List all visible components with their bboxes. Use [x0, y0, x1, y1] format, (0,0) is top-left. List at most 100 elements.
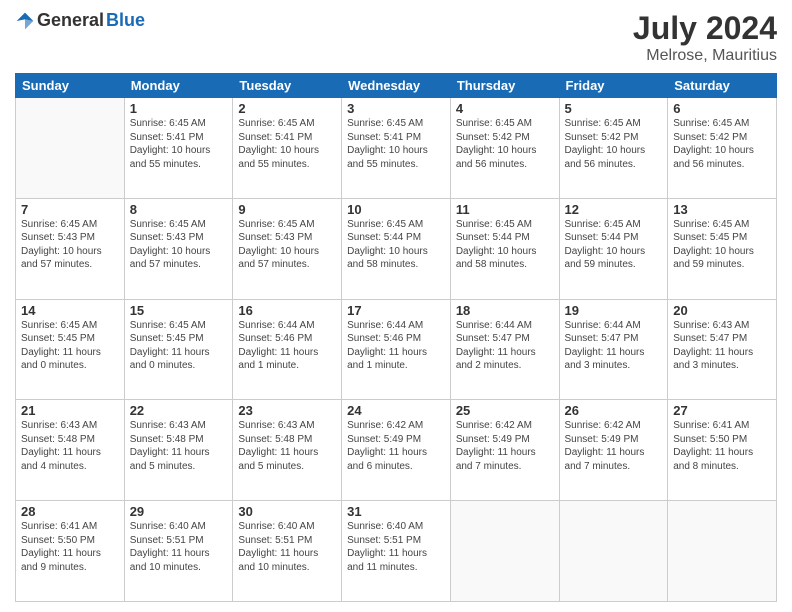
- calendar-cell: 7Sunrise: 6:45 AM Sunset: 5:43 PM Daylig…: [16, 198, 125, 299]
- day-number: 9: [238, 202, 336, 217]
- calendar-cell: 21Sunrise: 6:43 AM Sunset: 5:48 PM Dayli…: [16, 400, 125, 501]
- day-number: 20: [673, 303, 771, 318]
- day-number: 2: [238, 101, 336, 116]
- calendar-cell: 28Sunrise: 6:41 AM Sunset: 5:50 PM Dayli…: [16, 501, 125, 602]
- day-info: Sunrise: 6:45 AM Sunset: 5:45 PM Dayligh…: [21, 319, 119, 373]
- calendar-cell: 3Sunrise: 6:45 AM Sunset: 5:41 PM Daylig…: [342, 98, 451, 199]
- day-info: Sunrise: 6:44 AM Sunset: 5:47 PM Dayligh…: [456, 319, 554, 373]
- title-block: July 2024 Melrose, Mauritius: [633, 10, 777, 65]
- day-info: Sunrise: 6:45 AM Sunset: 5:44 PM Dayligh…: [347, 218, 445, 272]
- day-info: Sunrise: 6:40 AM Sunset: 5:51 PM Dayligh…: [238, 520, 336, 574]
- day-info: Sunrise: 6:45 AM Sunset: 5:45 PM Dayligh…: [673, 218, 771, 272]
- calendar-week-5: 28Sunrise: 6:41 AM Sunset: 5:50 PM Dayli…: [16, 501, 777, 602]
- day-info: Sunrise: 6:45 AM Sunset: 5:45 PM Dayligh…: [130, 319, 228, 373]
- weekday-header-sunday: Sunday: [16, 74, 125, 98]
- logo-text-blue: Blue: [106, 10, 145, 31]
- day-info: Sunrise: 6:43 AM Sunset: 5:48 PM Dayligh…: [130, 419, 228, 473]
- day-number: 12: [565, 202, 663, 217]
- day-info: Sunrise: 6:45 AM Sunset: 5:41 PM Dayligh…: [347, 117, 445, 171]
- day-number: 17: [347, 303, 445, 318]
- calendar-cell: 26Sunrise: 6:42 AM Sunset: 5:49 PM Dayli…: [559, 400, 668, 501]
- logo: GeneralBlue: [15, 10, 145, 31]
- logo-icon: [15, 11, 35, 31]
- day-info: Sunrise: 6:44 AM Sunset: 5:46 PM Dayligh…: [347, 319, 445, 373]
- calendar-cell: [450, 501, 559, 602]
- weekday-header-friday: Friday: [559, 74, 668, 98]
- calendar-cell: 16Sunrise: 6:44 AM Sunset: 5:46 PM Dayli…: [233, 299, 342, 400]
- calendar-cell: [668, 501, 777, 602]
- day-number: 1: [130, 101, 228, 116]
- calendar-week-3: 14Sunrise: 6:45 AM Sunset: 5:45 PM Dayli…: [16, 299, 777, 400]
- day-info: Sunrise: 6:41 AM Sunset: 5:50 PM Dayligh…: [673, 419, 771, 473]
- day-info: Sunrise: 6:44 AM Sunset: 5:46 PM Dayligh…: [238, 319, 336, 373]
- weekday-header-wednesday: Wednesday: [342, 74, 451, 98]
- day-info: Sunrise: 6:44 AM Sunset: 5:47 PM Dayligh…: [565, 319, 663, 373]
- day-number: 3: [347, 101, 445, 116]
- weekday-header-monday: Monday: [124, 74, 233, 98]
- day-info: Sunrise: 6:45 AM Sunset: 5:42 PM Dayligh…: [456, 117, 554, 171]
- calendar-cell: 29Sunrise: 6:40 AM Sunset: 5:51 PM Dayli…: [124, 501, 233, 602]
- day-info: Sunrise: 6:45 AM Sunset: 5:42 PM Dayligh…: [673, 117, 771, 171]
- calendar-cell: 5Sunrise: 6:45 AM Sunset: 5:42 PM Daylig…: [559, 98, 668, 199]
- day-info: Sunrise: 6:45 AM Sunset: 5:44 PM Dayligh…: [565, 218, 663, 272]
- day-info: Sunrise: 6:42 AM Sunset: 5:49 PM Dayligh…: [456, 419, 554, 473]
- day-number: 4: [456, 101, 554, 116]
- day-number: 31: [347, 504, 445, 519]
- logo-text-general: General: [37, 10, 104, 31]
- weekday-header-saturday: Saturday: [668, 74, 777, 98]
- day-info: Sunrise: 6:41 AM Sunset: 5:50 PM Dayligh…: [21, 520, 119, 574]
- calendar-cell: 11Sunrise: 6:45 AM Sunset: 5:44 PM Dayli…: [450, 198, 559, 299]
- calendar-cell: 30Sunrise: 6:40 AM Sunset: 5:51 PM Dayli…: [233, 501, 342, 602]
- day-info: Sunrise: 6:45 AM Sunset: 5:43 PM Dayligh…: [238, 218, 336, 272]
- header: GeneralBlue July 2024 Melrose, Mauritius: [15, 10, 777, 65]
- day-number: 13: [673, 202, 771, 217]
- day-number: 11: [456, 202, 554, 217]
- day-info: Sunrise: 6:45 AM Sunset: 5:41 PM Dayligh…: [130, 117, 228, 171]
- day-info: Sunrise: 6:42 AM Sunset: 5:49 PM Dayligh…: [347, 419, 445, 473]
- calendar-week-2: 7 Sunrise: 6:45 AM Sunset: 5:43 PM Daylig…: [16, 198, 777, 299]
- day-info: Sunrise: 6:45 AM Sunset: 5:44 PM Dayligh…: [456, 218, 554, 272]
- weekday-header-tuesday: Tuesday: [233, 74, 342, 98]
- calendar-cell: [559, 501, 668, 602]
- calendar-cell: [16, 98, 125, 199]
- day-number: 22: [130, 403, 228, 418]
- day-number: 30: [238, 504, 336, 519]
- calendar-cell: 4Sunrise: 6:45 AM Sunset: 5:42 PM Daylig…: [450, 98, 559, 199]
- day-number: 23: [238, 403, 336, 418]
- calendar-cell: 13Sunrise: 6:45 AM Sunset: 5:45 PM Dayli…: [668, 198, 777, 299]
- day-number: 5: [565, 101, 663, 116]
- calendar-cell: 24Sunrise: 6:42 AM Sunset: 5:49 PM Dayli…: [342, 400, 451, 501]
- page: GeneralBlue July 2024 Melrose, Mauritius…: [0, 0, 792, 612]
- calendar-cell: 10Sunrise: 6:45 AM Sunset: 5:44 PM Dayli…: [342, 198, 451, 299]
- day-number: 8: [130, 202, 228, 217]
- day-info: Sunrise: 6:43 AM Sunset: 5:48 PM Dayligh…: [238, 419, 336, 473]
- calendar-cell: 25Sunrise: 6:42 AM Sunset: 5:49 PM Dayli…: [450, 400, 559, 501]
- calendar-cell: 14Sunrise: 6:45 AM Sunset: 5:45 PM Dayli…: [16, 299, 125, 400]
- day-number: 21: [21, 403, 119, 418]
- day-number: 15: [130, 303, 228, 318]
- calendar-cell: 8Sunrise: 6:45 AM Sunset: 5:43 PM Daylig…: [124, 198, 233, 299]
- day-number: 14: [21, 303, 119, 318]
- calendar-table: SundayMondayTuesdayWednesdayThursdayFrid…: [15, 73, 777, 602]
- day-info: Sunrise: 6:40 AM Sunset: 5:51 PM Dayligh…: [347, 520, 445, 574]
- day-info: Sunrise: 6:40 AM Sunset: 5:51 PM Dayligh…: [130, 520, 228, 574]
- day-number: 10: [347, 202, 445, 217]
- day-info: Sunrise: 6:45 AM Sunset: 5:42 PM Dayligh…: [565, 117, 663, 171]
- day-number: 27: [673, 403, 771, 418]
- calendar-cell: 22Sunrise: 6:43 AM Sunset: 5:48 PM Dayli…: [124, 400, 233, 501]
- day-info: Sunrise: 6:45 AM Sunset: 5:43 PM Dayligh…: [130, 218, 228, 272]
- calendar-cell: 9Sunrise: 6:45 AM Sunset: 5:43 PM Daylig…: [233, 198, 342, 299]
- day-number: 24: [347, 403, 445, 418]
- calendar-cell: 18Sunrise: 6:44 AM Sunset: 5:47 PM Dayli…: [450, 299, 559, 400]
- calendar-week-4: 21 Sunrise: 6:43 AM Sunset: 5:48 PM Dayli…: [16, 400, 777, 501]
- day-info: Sunrise: 6:43 AM Sunset: 5:47 PM Dayligh…: [673, 319, 771, 373]
- calendar-cell: 27Sunrise: 6:41 AM Sunset: 5:50 PM Dayli…: [668, 400, 777, 501]
- calendar-cell: 15Sunrise: 6:45 AM Sunset: 5:45 PM Dayli…: [124, 299, 233, 400]
- calendar-cell: 1Sunrise: 6:45 AM Sunset: 5:41 PM Daylig…: [124, 98, 233, 199]
- day-info: Sunrise: 6:42 AM Sunset: 5:49 PM Dayligh…: [565, 419, 663, 473]
- calendar-cell: 23Sunrise: 6:43 AM Sunset: 5:48 PM Dayli…: [233, 400, 342, 501]
- weekday-header-row: SundayMondayTuesdayWednesdayThursdayFrid…: [16, 74, 777, 98]
- day-number: 7: [21, 202, 119, 217]
- calendar-cell: 31Sunrise: 6:40 AM Sunset: 5:51 PM Dayli…: [342, 501, 451, 602]
- day-info: Sunrise: 6:45 AM Sunset: 5:41 PM Dayligh…: [238, 117, 336, 171]
